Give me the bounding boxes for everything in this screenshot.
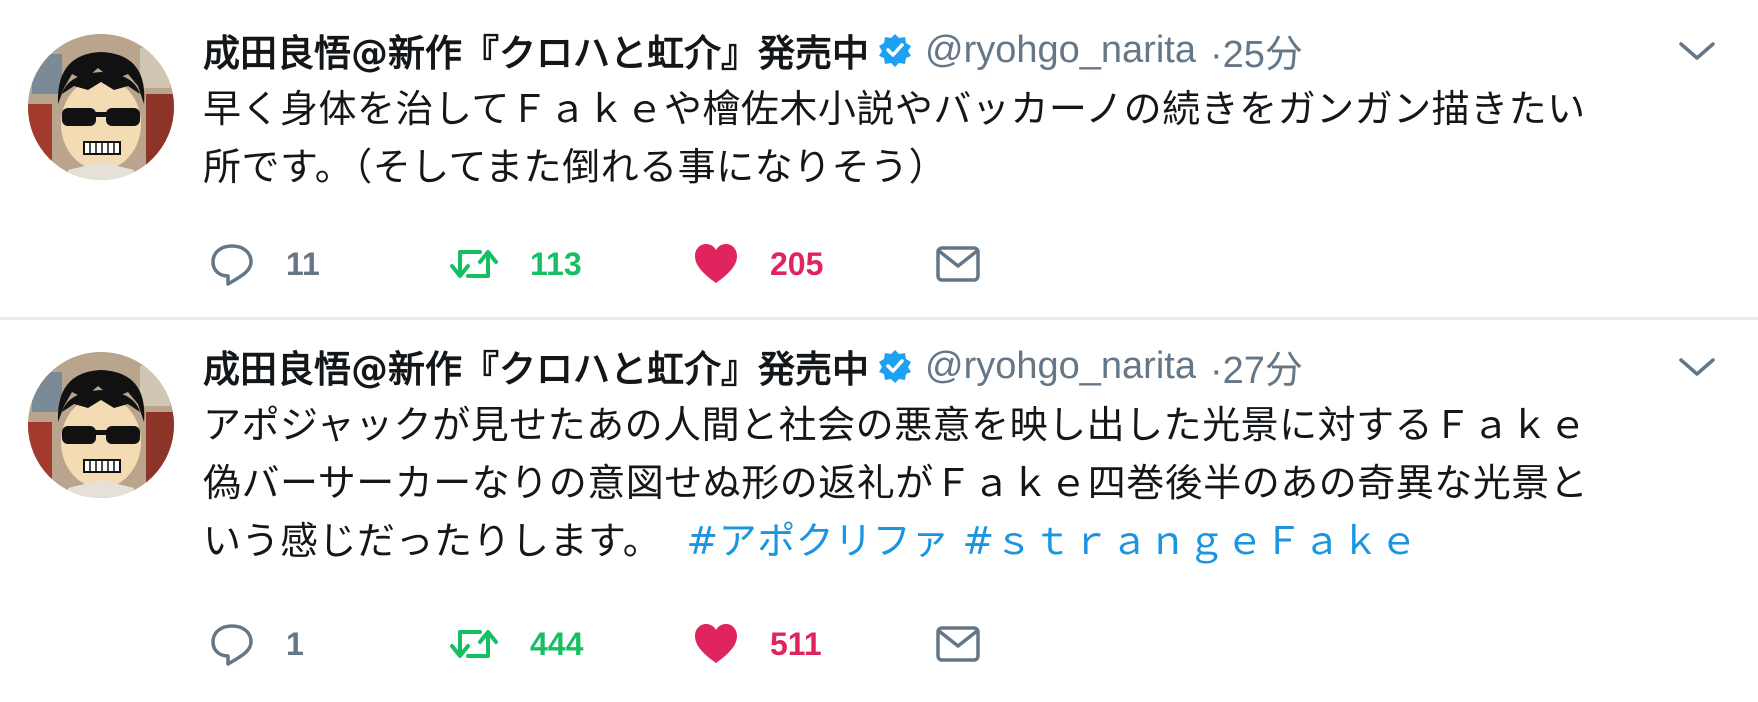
- timestamp[interactable]: ·25分: [1210, 23, 1303, 78]
- envelope-icon: [934, 620, 982, 668]
- like-button[interactable]: 511: [692, 616, 822, 672]
- display-name[interactable]: 成田良悟@新作『クロハと虹介』発売中: [203, 23, 869, 77]
- reply-bubble-icon: [208, 240, 256, 288]
- hashtag-link[interactable]: #ｓｔｒａｎｇｅＦａｋｅ: [962, 519, 1418, 563]
- retweet-icon: [448, 240, 500, 288]
- chevron-down-icon[interactable]: [1677, 40, 1717, 64]
- tweet-text-segment: いう感じだったりします。: [203, 519, 662, 563]
- like-count: 511: [770, 625, 822, 662]
- like-count: 205: [770, 245, 824, 282]
- tweet-text-line: 偽バーサーカーなりの意図せぬ形の返礼がＦａｋｅ四巻後半のあの奇異な光景と: [203, 461, 1589, 505]
- like-button[interactable]: 205: [692, 236, 823, 292]
- tweet-actions: 11 113 205: [208, 236, 1208, 292]
- avatar[interactable]: [28, 352, 174, 498]
- timestamp[interactable]: ·27分: [1210, 339, 1303, 394]
- tweet-header: 成田良悟@新作『クロハと虹介』発売中 @ryohgo_narita ·27分: [203, 338, 1303, 394]
- retweet-button[interactable]: 444: [448, 616, 583, 672]
- reply-count: 11: [286, 245, 320, 282]
- verified-badge-icon: [877, 348, 913, 384]
- avatar[interactable]: [28, 34, 174, 180]
- tweet[interactable]: 成田良悟@新作『クロハと虹介』発売中 @ryohgo_narita ·27分 ア…: [0, 320, 1758, 702]
- direct-message-button[interactable]: [934, 616, 982, 672]
- reply-bubble-icon: [208, 620, 256, 668]
- tweet-text: アポジャックが見せたあの人間と社会の悪意を映し出した光景に対するＦａｋｅ 偽バー…: [203, 396, 1733, 570]
- retweet-count: 444: [530, 625, 584, 662]
- chevron-down-icon[interactable]: [1677, 356, 1717, 380]
- tweet-text-line-with-hashtags: いう感じだったりします。 #アポクリファ #ｓｔｒａｎｇｅＦａｋｅ: [203, 512, 1733, 570]
- hashtag-link[interactable]: #アポクリファ: [686, 519, 949, 563]
- tweet-header: 成田良悟@新作『クロハと虹介』発売中 @ryohgo_narita ·25分: [203, 22, 1303, 78]
- tweet-text: 早く身体を治してＦａｋｅや檜佐木小説やバッカーノの続きをガンガン描きたい 所です…: [203, 80, 1733, 196]
- reply-button[interactable]: 1: [208, 616, 304, 672]
- heart-icon: [692, 620, 740, 668]
- tweet-actions: 1 444 511: [208, 616, 1208, 672]
- user-handle[interactable]: @ryohgo_narita: [925, 29, 1196, 72]
- tweet-text-line: 所です。（そしてまた倒れる事になりそう）: [203, 145, 948, 189]
- tweet-feed: 成田良悟@新作『クロハと虹介』発売中 @ryohgo_narita ·25分 早…: [0, 0, 1758, 702]
- retweet-icon: [448, 620, 500, 668]
- reply-count: 1: [286, 625, 304, 662]
- user-handle[interactable]: @ryohgo_narita: [925, 345, 1196, 388]
- retweet-button[interactable]: 113: [448, 236, 582, 292]
- reply-button[interactable]: 11: [208, 236, 320, 292]
- envelope-icon: [934, 240, 982, 288]
- tweet[interactable]: 成田良悟@新作『クロハと虹介』発売中 @ryohgo_narita ·25分 早…: [0, 0, 1758, 318]
- heart-icon: [692, 240, 740, 288]
- display-name[interactable]: 成田良悟@新作『クロハと虹介』発売中: [203, 339, 869, 393]
- tweet-text-line: 早く身体を治してＦａｋｅや檜佐木小説やバッカーノの続きをガンガン描きたい: [203, 87, 1586, 131]
- verified-badge-icon: [877, 32, 913, 68]
- retweet-count: 113: [530, 245, 582, 282]
- tweet-text-line: アポジャックが見せたあの人間と社会の悪意を映し出した光景に対するＦａｋｅ: [203, 403, 1588, 447]
- direct-message-button[interactable]: [934, 236, 982, 292]
